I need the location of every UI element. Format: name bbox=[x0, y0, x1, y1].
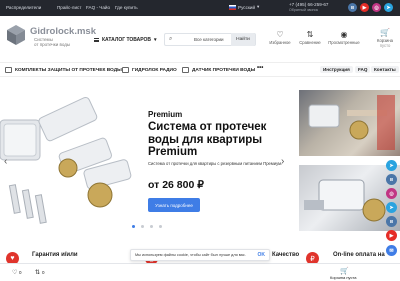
russia-flag-icon bbox=[229, 4, 236, 10]
slider-dot[interactable] bbox=[132, 225, 135, 228]
top-bar: Распределители Прайс-лист FAQ - Чайо Где… bbox=[0, 0, 400, 16]
chat-fab-icon[interactable]: ✉ bbox=[386, 245, 397, 256]
favorites-label: Избранное bbox=[269, 40, 291, 45]
instagram-icon[interactable]: ◎ bbox=[372, 3, 381, 12]
banner-image bbox=[308, 95, 395, 150]
hero-cta-button[interactable]: Узнать подробнее bbox=[148, 198, 200, 212]
compare-icon: ⇅ bbox=[306, 30, 314, 39]
logo-cube-icon[interactable] bbox=[6, 24, 26, 46]
viewed-button[interactable]: ◉ Просмотренные bbox=[326, 30, 362, 45]
slider-dot[interactable] bbox=[159, 225, 162, 228]
instagram-fab-icon[interactable]: ◎ bbox=[386, 188, 397, 199]
search-icon: ⌕ bbox=[169, 36, 173, 42]
nav-item-sensors[interactable]: ДАТЧИК ПРОТЕЧКИ ВОДЫ bbox=[182, 67, 255, 73]
nav-item-label: ГИДРОЛОК РАДИО bbox=[132, 67, 177, 73]
language-selector[interactable]: Русский ▾ bbox=[229, 4, 259, 10]
nav-item-label: КОМПЛЕКТЫ ЗАЩИТЫ ОТ ПРОТЕЧЕК ВОДЫ bbox=[15, 67, 122, 73]
nav-item-radio[interactable]: ГИДРОЛОК РАДИО bbox=[122, 67, 177, 73]
nav-contacts[interactable]: Контакты bbox=[371, 66, 399, 73]
topbar-link-distributors[interactable]: Распределители bbox=[6, 5, 41, 10]
kit-icon bbox=[5, 67, 12, 73]
nav-more-button[interactable]: ••• bbox=[257, 65, 263, 71]
slider-prev-icon[interactable]: ‹ bbox=[4, 156, 7, 167]
cookie-notice: Мы используем файлы cookie, чтобы сайт б… bbox=[130, 249, 270, 261]
compare-count: 0 bbox=[42, 270, 45, 275]
youtube-icon[interactable]: ▶ bbox=[360, 3, 369, 12]
vk-fab-icon[interactable]: в bbox=[386, 174, 397, 185]
logo-title[interactable]: Gidrolock.msk bbox=[30, 26, 96, 37]
nav-instructions[interactable]: Инструкция bbox=[320, 66, 353, 73]
search-box[interactable]: ⌕ Все категории Найти bbox=[164, 33, 256, 46]
search-input[interactable] bbox=[177, 35, 192, 44]
chevron-down-icon: ▾ bbox=[257, 4, 260, 9]
topbar-link-pricelist[interactable]: Прайс-лист bbox=[57, 5, 81, 10]
logo-subtitle: Системы от протечки воды bbox=[34, 37, 70, 47]
viewed-label: Просмотренные bbox=[328, 40, 360, 45]
cart-icon[interactable]: 🛒 bbox=[340, 267, 349, 275]
bottom-toolbar: ♡ 0 ⇅ 0 🛒 Корзина пуста bbox=[0, 263, 400, 281]
hero-product-image bbox=[0, 96, 132, 224]
compare-button[interactable]: ⇅ Сравнение bbox=[292, 30, 328, 45]
topbar-link-where-to-buy[interactable]: Где купить bbox=[115, 5, 138, 10]
search-category-select[interactable]: Все категории bbox=[194, 37, 224, 42]
vk2-fab-icon[interactable]: в bbox=[386, 216, 397, 227]
language-label: Русский bbox=[238, 4, 256, 10]
viewed-icon: ◉ bbox=[340, 30, 348, 39]
youtube-fab-icon[interactable]: ▶ bbox=[386, 230, 397, 241]
feature-quality: Качество bbox=[272, 252, 300, 258]
catalog-button[interactable]: КАТАЛОГ ТОВАРОВ ▾ bbox=[94, 35, 157, 45]
slider-dots bbox=[132, 225, 162, 228]
slider-dot[interactable] bbox=[150, 225, 153, 228]
feature-online-payment: On-line оплата на bbox=[333, 252, 385, 258]
nav-item-label: ДАТЧИК ПРОТЕЧКИ ВОДЫ bbox=[192, 67, 256, 73]
banner-image bbox=[304, 179, 386, 222]
feature-guarantee: Гарантия и/или bbox=[32, 252, 78, 258]
hero-label: Premium bbox=[148, 110, 183, 119]
compare-icon[interactable]: ⇅ bbox=[35, 269, 40, 276]
callback-link[interactable]: Обратный звонок bbox=[289, 8, 328, 14]
menu-icon bbox=[94, 38, 99, 42]
telegram2-fab-icon[interactable]: ➤ bbox=[386, 202, 397, 213]
nav-item-protection-kits[interactable]: КОМПЛЕКТЫ ЗАЩИТЫ ОТ ПРОТЕЧЕК ВОДЫ bbox=[5, 67, 122, 73]
phone-block[interactable]: +7 (495) 66-259-67 Обратный звонок bbox=[289, 2, 328, 13]
telegram-fab-icon[interactable]: ➤ bbox=[386, 160, 397, 171]
favorites-count: 0 bbox=[19, 270, 22, 275]
promo-banner-bottom[interactable] bbox=[299, 165, 400, 231]
search-button[interactable]: Найти bbox=[231, 33, 255, 46]
chevron-down-icon: ▾ bbox=[154, 37, 157, 43]
cart-empty-label: Корзина пуста bbox=[330, 275, 357, 280]
hero-title: Система от протечек воды для квартиры Pr… bbox=[148, 121, 267, 158]
logo-subtitle-line2: от протечки воды bbox=[34, 42, 71, 47]
cart-icon: 🛒 bbox=[380, 28, 390, 37]
cart-status: пусто bbox=[379, 43, 391, 48]
nav-faq[interactable]: FAQ bbox=[355, 66, 371, 73]
hero-price: от 26 800 ₽ bbox=[148, 179, 204, 191]
telegram-icon[interactable]: ➤ bbox=[384, 3, 393, 12]
category-nav: КОМПЛЕКТЫ ЗАЩИТЫ ОТ ПРОТЕЧЕК ВОДЫ ГИДРОЛ… bbox=[0, 63, 400, 77]
topbar-link-faq[interactable]: FAQ - Чайо bbox=[86, 5, 110, 10]
radio-icon bbox=[122, 67, 129, 73]
catalog-label: КАТАЛОГ ТОВАРОВ bbox=[102, 37, 152, 43]
compare-label: Сравнение bbox=[299, 40, 321, 45]
phone-number[interactable]: +7 (495) 66-259-67 bbox=[289, 2, 328, 8]
cart-button[interactable]: 🛒 Корзина пусто bbox=[373, 28, 397, 48]
promo-banner-top[interactable] bbox=[299, 90, 400, 156]
cookie-text: Мы используем файлы cookie, чтобы сайт б… bbox=[135, 253, 246, 257]
hero-description: Система от протечки для квартиры с резер… bbox=[148, 161, 283, 166]
vk-icon[interactable]: в bbox=[348, 3, 357, 12]
slider-dot[interactable] bbox=[141, 225, 144, 228]
sensor-icon bbox=[182, 67, 189, 73]
cookie-ok-button[interactable]: OK bbox=[258, 252, 266, 258]
favorites-icon[interactable]: ♡ bbox=[12, 269, 17, 276]
